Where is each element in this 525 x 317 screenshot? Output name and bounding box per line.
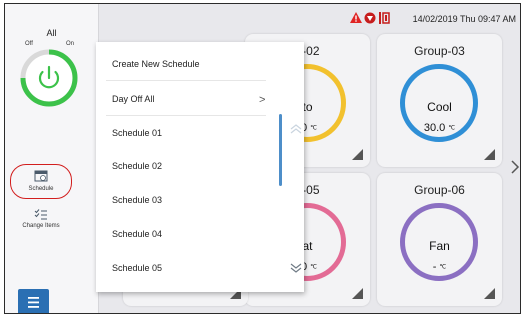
app-screen: 14/02/2019 Thu 09:47 AM p-02 to .0 ℃ Gro… xyxy=(4,3,521,314)
menu-item-schedule[interactable]: Schedule 04 xyxy=(112,229,162,239)
temperature: 30.0 ℃ xyxy=(423,122,456,134)
mode-label: Fan xyxy=(429,239,450,253)
scroll-down-icon[interactable] xyxy=(289,261,303,275)
menu-item-day-off-all[interactable]: Day Off All xyxy=(112,94,154,104)
warning-icon[interactable] xyxy=(350,12,362,23)
on-label: On xyxy=(66,41,75,47)
calendar-icon xyxy=(34,170,48,182)
corner-icon xyxy=(484,288,495,299)
corner-icon xyxy=(352,288,363,299)
top-bar: 14/02/2019 Thu 09:47 AM xyxy=(99,4,520,32)
menu-button[interactable] xyxy=(18,289,49,313)
menu-item-schedule[interactable]: Schedule 05 xyxy=(112,263,162,273)
datetime-display: 14/02/2019 Thu 09:47 AM xyxy=(412,14,516,24)
divider xyxy=(106,115,266,116)
schedule-label: Schedule xyxy=(28,186,54,192)
schedule-dropdown: Create New Schedule Day Off All > Schedu… xyxy=(96,42,304,292)
scroll-up-icon[interactable] xyxy=(289,122,303,136)
filter-icon[interactable] xyxy=(379,12,390,24)
left-sidebar: All Off On Schedule Change Items xyxy=(5,4,99,313)
divider xyxy=(106,80,266,81)
off-label: Off xyxy=(25,41,33,47)
change-items-label[interactable]: Change Items xyxy=(5,223,77,229)
mode-label: Cool xyxy=(427,100,452,114)
service-icon[interactable] xyxy=(364,12,376,24)
menu-item-schedule[interactable]: Schedule 02 xyxy=(112,161,162,171)
power-toggle[interactable] xyxy=(19,48,79,108)
checklist-icon[interactable] xyxy=(34,208,48,221)
chevron-right-icon: > xyxy=(259,94,266,106)
next-page-arrow[interactable] xyxy=(510,159,520,180)
menu-item-create-schedule[interactable]: Create New Schedule xyxy=(112,59,200,69)
corner-icon xyxy=(352,149,363,160)
group-title: Group-03 xyxy=(414,44,465,58)
menu-item-schedule[interactable]: Schedule 03 xyxy=(112,195,162,205)
group-card[interactable]: Group-06 Fan - ℃ xyxy=(377,173,502,306)
status-icons xyxy=(350,11,392,30)
group-card[interactable]: Group-03 Cool 30.0 ℃ xyxy=(377,34,502,167)
scrollbar[interactable] xyxy=(279,114,282,186)
hamburger-icon xyxy=(28,297,39,308)
corner-icon xyxy=(484,149,495,160)
group-title: Group-06 xyxy=(414,183,465,197)
all-label: All xyxy=(46,28,57,38)
chevron-right-icon xyxy=(511,160,520,174)
menu-item-schedule[interactable]: Schedule 01 xyxy=(112,128,162,138)
temperature: - ℃ xyxy=(432,261,447,273)
